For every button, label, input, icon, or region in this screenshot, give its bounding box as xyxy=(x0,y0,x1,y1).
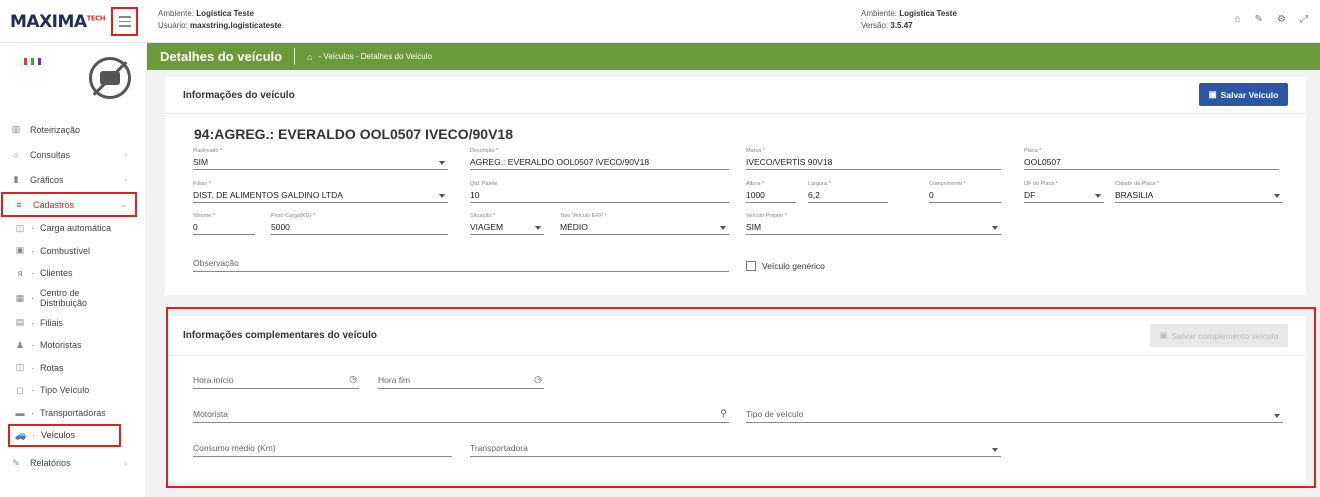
comprimento-field[interactable]: Comprimento * 0 xyxy=(929,181,1001,203)
checkbox-icon xyxy=(746,261,756,271)
sidebar-item-centro-distribuicao[interactable]: ▦ · Centro de Distribuição xyxy=(0,285,147,312)
save-vehicle-button[interactable]: ▣ Salvar Veículo xyxy=(1199,83,1288,106)
filiais-select[interactable]: Filiais * DIST. DE ALIMENTOS GALDINO LTD… xyxy=(193,181,448,203)
edit-icon[interactable]: ✎ xyxy=(1255,14,1263,25)
chevron-right-icon: › xyxy=(124,175,127,184)
truck-icon: ◫ xyxy=(15,222,25,233)
menu-toggle-button[interactable] xyxy=(111,7,138,36)
brand-bars-icon xyxy=(24,58,41,65)
chevron-right-icon: › xyxy=(124,458,127,468)
home-icon[interactable]: ⌂ xyxy=(307,52,312,62)
sidebar-item-clientes[interactable]: ᴙ · Clientes xyxy=(0,262,147,285)
situacao-select[interactable]: Situação * VIAGEM xyxy=(470,213,544,235)
list-icon: ≡ xyxy=(16,199,22,210)
building-icon: ▦ xyxy=(15,292,25,303)
top-icons: ⌂ ✎ ⚙ ⤢ xyxy=(1235,14,1308,25)
veiculo-generico-checkbox[interactable]: Veículo genérico xyxy=(746,261,825,271)
map-icon: ▥ xyxy=(11,124,21,134)
no-photo-icon xyxy=(89,57,131,99)
top-bar: MAXIMATECH Ambiente: Logística Teste Usu… xyxy=(0,0,1320,43)
dropdown-arrow-icon xyxy=(1274,194,1280,198)
settings-icon[interactable]: ⚙ xyxy=(1277,14,1286,25)
marca-field[interactable]: Marca * IVECO/VERTIS 90V18 xyxy=(746,148,1001,170)
observacao-field[interactable]: Observação xyxy=(193,252,729,272)
home-icon[interactable]: ⌂ xyxy=(1235,14,1241,25)
users-icon: ᴙ xyxy=(17,268,23,279)
vehicle-title: 94:AGREG.: EVERALDO OOL0507 IVECO/90V18 xyxy=(194,126,513,142)
sidebar-item-motoristas[interactable]: ♟ · Motoristas xyxy=(0,334,147,357)
sidebar-item-relatorios[interactable]: ✎ Relatórios › xyxy=(0,451,147,476)
breadcrumb[interactable]: - Veículos - Detalhes do Veículo xyxy=(319,52,432,61)
sidebar-item-rotas[interactable]: ◫ · Rotas xyxy=(0,357,147,380)
sidebar-item-roteirizacao[interactable]: ▥ Roteirização xyxy=(0,117,147,142)
dropdown-arrow-icon xyxy=(1095,194,1101,198)
dropdown-arrow-icon xyxy=(720,226,726,230)
search-icon: ○ xyxy=(13,149,19,160)
route-icon: ◫ xyxy=(15,362,25,373)
vehicle-type-icon: ◻ xyxy=(16,384,24,395)
peso-carga-field[interactable]: Peso Carga(KG) * 5000 xyxy=(271,213,448,235)
environment-version-info: Ambiente: Logística Teste Versão: 3.5.47 xyxy=(861,9,957,30)
tipo-veiculo-erp-select[interactable]: Tipo Veículo ERP * MÉDIO xyxy=(560,213,729,235)
qtd-palete-field[interactable]: Qtd. Palete 10 xyxy=(470,181,729,203)
volume-field[interactable]: Volume * 0 xyxy=(193,213,255,235)
sidebar-item-tipo-veiculo[interactable]: ◻ · Tipo Veículo xyxy=(0,379,147,402)
dropdown-arrow-icon xyxy=(992,226,998,230)
sidebar-item-consultas[interactable]: ○ Consultas › xyxy=(0,142,147,167)
driver-icon: ♟ xyxy=(15,339,25,350)
veiculo-proprio-select[interactable]: Veículo Proprio * SIM xyxy=(746,213,1001,235)
altura-field[interactable]: Altura * 1000 xyxy=(746,181,796,203)
highlight-box xyxy=(166,307,1316,488)
vehicle-info-title: Informações do veículo xyxy=(165,77,1306,114)
sidebar-item-carga-automatica[interactable]: ◫ · Carga automática xyxy=(0,217,147,240)
placa-field[interactable]: Placa * OOL0507 xyxy=(1024,148,1279,170)
sidebar-item-combustivel[interactable]: ▣ · Combustível xyxy=(0,240,147,263)
chevron-down-icon: ⌄ xyxy=(120,200,127,209)
chevron-right-icon: › xyxy=(124,150,127,159)
page-header: Detalhes do veículo ⌂ - Veículos - Detal… xyxy=(147,43,1320,70)
descricao-field[interactable]: Descrição * AGREG.: EVERALDO OOL0507 IVE… xyxy=(470,148,729,170)
vehicle-info-card: Informações do veículo ▣ Salvar Veículo … xyxy=(165,77,1306,295)
sidebar-item-filiais[interactable]: ▤ · Filiais xyxy=(0,312,147,335)
fullscreen-icon[interactable]: ⤢ xyxy=(1300,14,1308,25)
dropdown-arrow-icon xyxy=(439,194,445,198)
environment-info: Ambiente: Logística Teste Usuário: maxst… xyxy=(158,9,282,30)
carrier-icon: ▬ xyxy=(15,407,25,418)
sidebar-item-cadastros[interactable]: ≡ Cadastros ⌄ xyxy=(1,192,137,217)
car-icon: 🚙 xyxy=(15,429,27,440)
sidebar: ▥ Roteirização ○ Consultas › ▮ Gráficos … xyxy=(0,43,147,497)
sidebar-menu: ▥ Roteirização ○ Consultas › ▮ Gráficos … xyxy=(0,117,147,476)
maxima-logo: MAXIMATECH xyxy=(10,12,106,32)
save-icon: ▣ xyxy=(1208,89,1217,99)
rastreado-select[interactable]: Rastreado * SIM xyxy=(193,148,448,170)
branch-icon: ▤ xyxy=(15,317,25,328)
hamburger-icon xyxy=(118,16,131,18)
report-icon: ✎ xyxy=(12,457,20,468)
sidebar-item-graficos[interactable]: ▮ Gráficos › xyxy=(0,167,147,192)
fuel-icon: ▣ xyxy=(15,245,25,256)
dropdown-arrow-icon xyxy=(439,161,445,165)
sidebar-item-veiculos[interactable]: 🚙 · Veículos xyxy=(8,424,121,447)
largura-field[interactable]: Largura * 6,2 xyxy=(808,181,888,203)
cidade-placa-select[interactable]: Cidade da Placa * BRASILIA xyxy=(1115,181,1283,203)
sidebar-item-transportadoras[interactable]: ▬ · Transportadoras xyxy=(0,402,147,425)
chart-icon: ▮ xyxy=(13,174,19,184)
dropdown-arrow-icon xyxy=(535,226,541,230)
page-title: Detalhes do veículo xyxy=(160,49,283,64)
uf-placa-select[interactable]: UF da Placa * DF xyxy=(1024,181,1104,203)
